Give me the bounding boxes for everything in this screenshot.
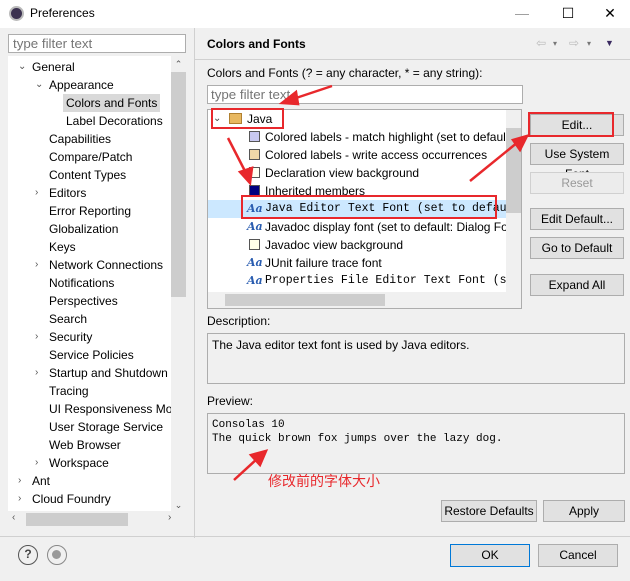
- annotation-arrows: [226, 84, 530, 481]
- arrow-preview: [233, 457, 259, 481]
- arrow-head: [237, 166, 254, 186]
- arrow-head: [510, 134, 530, 153]
- arrow-head: [278, 89, 300, 106]
- arrow-edit: [469, 141, 519, 182]
